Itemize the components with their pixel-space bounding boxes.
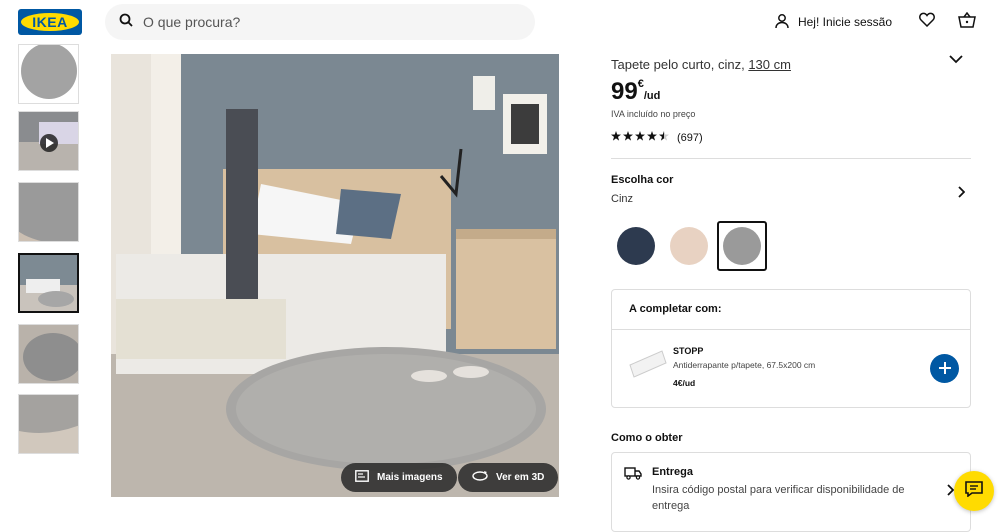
chevron-down-icon[interactable]: [949, 51, 963, 69]
size-link[interactable]: 130 cm: [748, 57, 791, 72]
logo-text: IKEA: [21, 13, 79, 31]
product-title: Tapete pelo curto, cinz, 130 cm: [611, 57, 791, 72]
thumbnail-rug-top-view[interactable]: [18, 44, 79, 104]
delivery-option[interactable]: Entrega Insira código postal para verifi…: [611, 452, 971, 532]
swatch-dark-blue-circle: [617, 227, 655, 265]
view-3d-button[interactable]: Ver em 3D: [458, 463, 559, 492]
swatch-grey-circle: [723, 227, 761, 265]
add-to-cart-button[interactable]: [930, 354, 959, 383]
header-actions: Hej! Inicie sessão: [774, 8, 980, 36]
cart-button[interactable]: [954, 9, 980, 35]
chevron-right-icon: [946, 483, 955, 501]
divider: [611, 158, 971, 159]
swatch-dark-blue[interactable]: [611, 221, 661, 271]
main-product-image[interactable]: Mais imagens Ver em 3D: [111, 54, 559, 497]
images-icon: [355, 470, 369, 485]
complete-with-box: A completar com: STOPP Antiderrapante p/…: [611, 289, 971, 408]
3d-icon: [472, 470, 488, 485]
obtain-title: Como o obter: [611, 432, 683, 444]
price-currency: €: [637, 78, 644, 90]
search-bar[interactable]: [105, 4, 535, 40]
stopp-name[interactable]: STOPP: [673, 346, 703, 356]
more-images-label: Mais imagens: [377, 472, 443, 483]
delivery-description: Insira código postal para verificar disp…: [652, 484, 905, 512]
price: 99€/ud: [611, 78, 660, 106]
price-integer: 99: [611, 78, 638, 105]
header: IKEA Hej! Inicie sessão: [0, 0, 1000, 44]
truck-icon: [624, 466, 642, 485]
wishlist-button[interactable]: [914, 9, 940, 35]
login-label: Hej! Inicie sessão: [797, 15, 892, 29]
delivery-title: Entrega: [652, 466, 693, 478]
selected-color: Cinz: [611, 193, 634, 205]
thumbnail-bedroom-scene[interactable]: [18, 253, 79, 313]
chat-button[interactable]: [954, 471, 994, 511]
user-icon: [774, 13, 790, 32]
review-count: (697): [677, 131, 703, 144]
swatch-beige[interactable]: [664, 221, 714, 271]
divider: [612, 329, 970, 330]
price-unit: /ud: [643, 90, 661, 102]
plus-icon: [938, 357, 951, 380]
color-chooser-title: Escolha cor: [611, 174, 674, 186]
vat-note: IVA incluído no preço: [611, 109, 696, 119]
more-images-button[interactable]: Mais imagens: [341, 463, 457, 492]
thumbnail-rug-texture[interactable]: [18, 394, 79, 454]
login-link[interactable]: Hej! Inicie sessão: [774, 13, 892, 32]
chevron-right-icon[interactable]: [957, 185, 966, 203]
rating[interactable]: (697): [611, 131, 703, 144]
swatch-beige-circle: [670, 227, 708, 265]
search-icon: [119, 13, 133, 32]
product-title-text: Tapete pelo curto, cinz,: [611, 57, 745, 72]
ikea-logo[interactable]: IKEA: [18, 9, 82, 35]
complete-with-title: A completar com:: [629, 303, 722, 315]
rating-stars-icon: [611, 131, 671, 144]
stopp-price: 4€/ud: [673, 378, 696, 388]
shopping-bag-icon: [958, 11, 976, 33]
heart-icon: [919, 12, 935, 32]
swatch-grey[interactable]: [717, 221, 767, 271]
thumbnail-rug-edge[interactable]: [18, 182, 79, 242]
thumbnail-video[interactable]: [18, 111, 79, 171]
thumbnail-rug-angle[interactable]: [18, 324, 79, 384]
stopp-product-image[interactable]: [628, 347, 668, 383]
view-3d-label: Ver em 3D: [496, 472, 545, 483]
search-input[interactable]: [143, 14, 503, 30]
stopp-description: Antiderrapante p/tapete, 67.5x200 cm: [673, 360, 816, 370]
chat-icon: [965, 480, 983, 502]
